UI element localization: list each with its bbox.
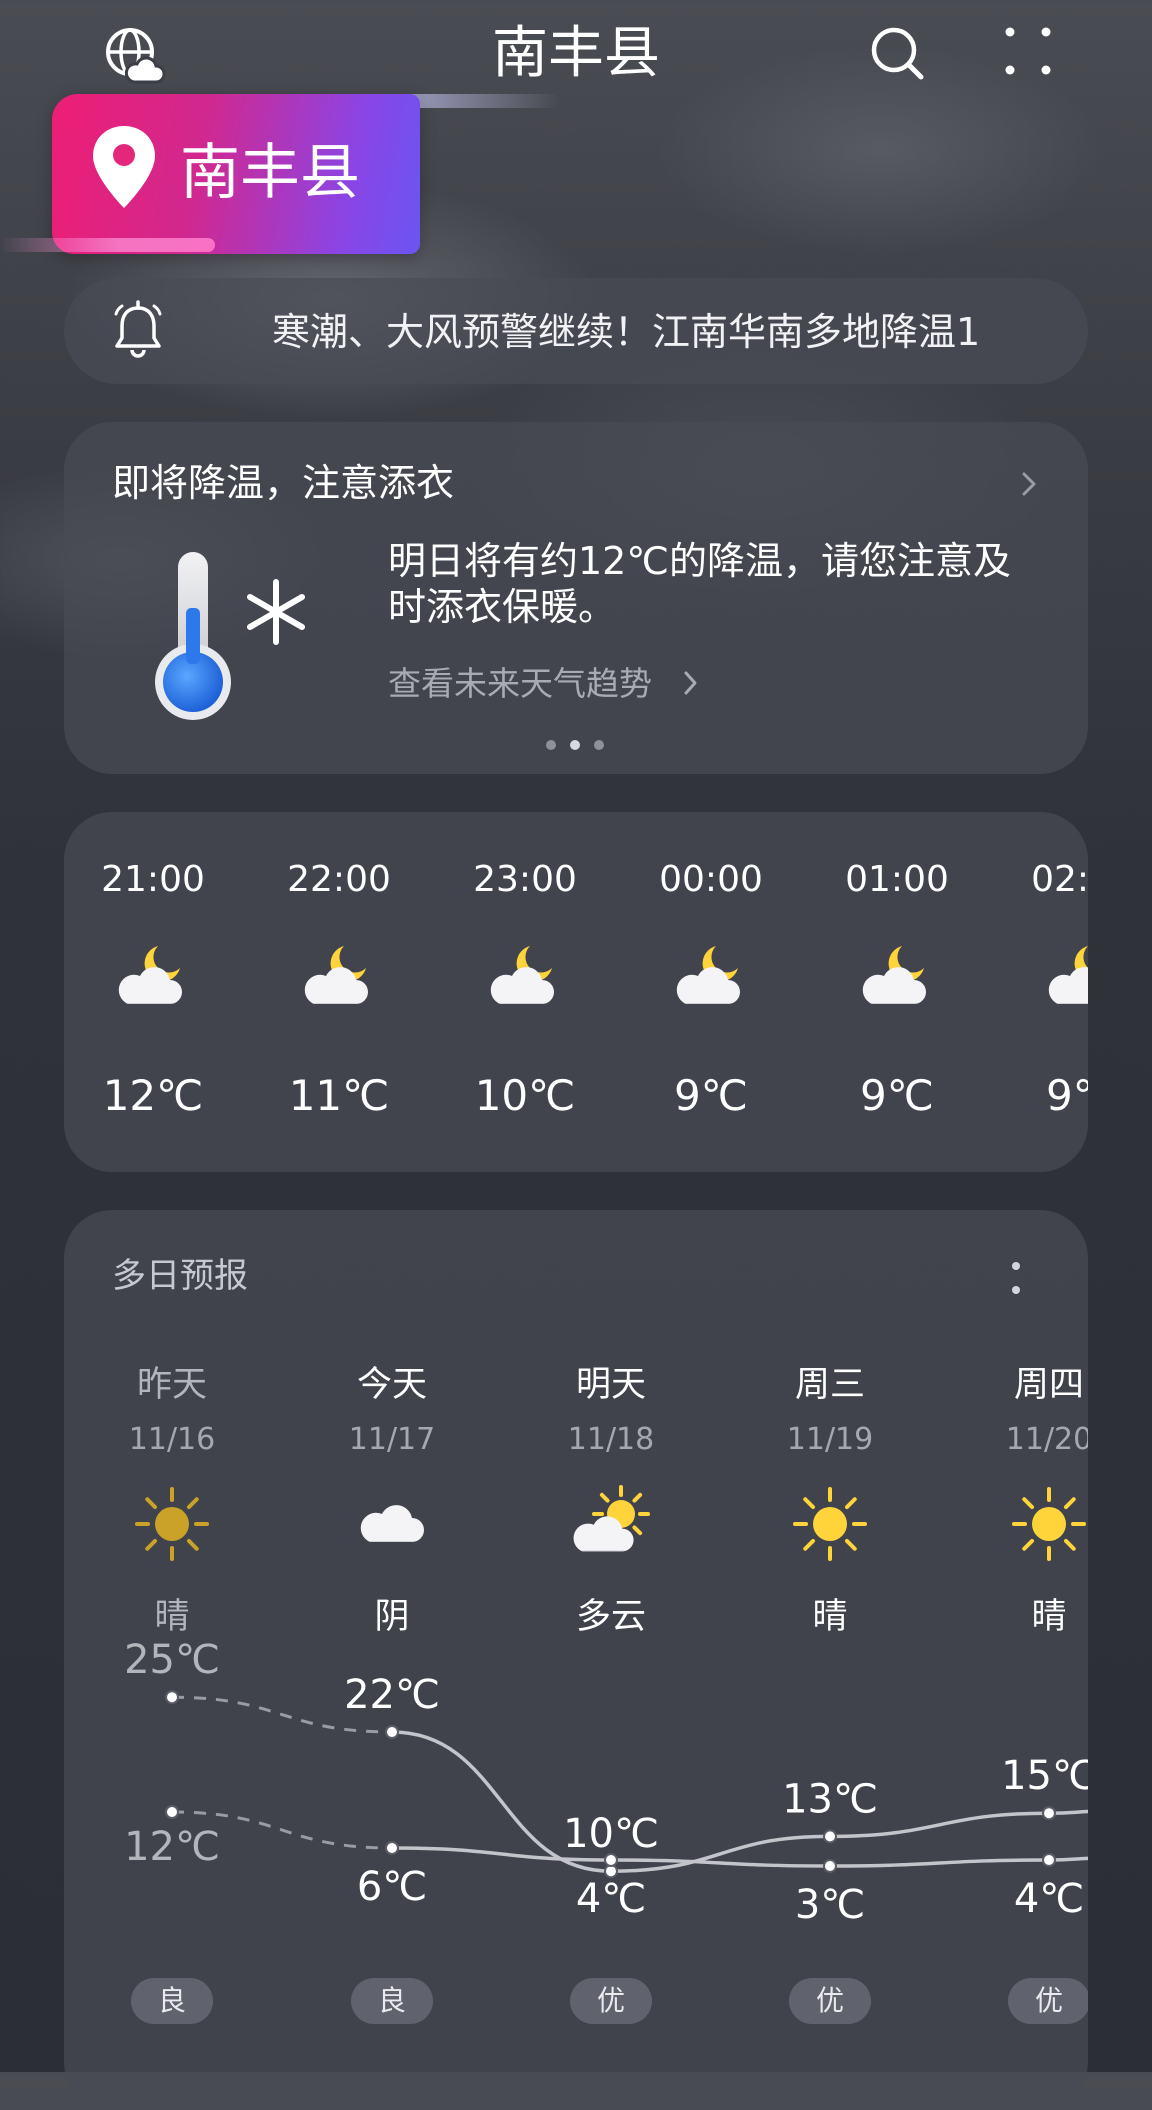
bell-icon <box>114 300 162 358</box>
moon-cloud-icon <box>1044 936 1088 1016</box>
low-temp-point <box>165 1805 179 1819</box>
alert-text[interactable]: 寒潮、大风预警继续！江南华南多地降温1 <box>272 304 1044 360</box>
pager-dot <box>546 740 556 750</box>
low-temp-label: 4℃ <box>576 1876 646 1922</box>
search-icon[interactable] <box>868 24 928 84</box>
low-temp-point <box>1042 1853 1056 1867</box>
hour-temp: 9℃ <box>674 1071 748 1120</box>
hourly-forecast-card[interactable]: 21:00 12℃ 22:00 11℃ 23:00 10℃ 00:00 9℃ 01:00 9℃ 02… <box>64 812 1088 1172</box>
hour-time: 01:00 <box>845 859 949 900</box>
moon-cloud-icon <box>114 936 194 1016</box>
low-temp-point <box>385 1841 399 1855</box>
high-temp-label: 10℃ <box>563 1811 659 1857</box>
pager-dot-active <box>570 740 580 750</box>
pager-dots <box>544 738 608 752</box>
hour-temp: 11℃ <box>288 1071 390 1120</box>
low-temp-label: 12℃ <box>124 1824 220 1870</box>
hour-temp: 9℃ <box>860 1071 934 1120</box>
more-dots-icon[interactable] <box>1000 24 1056 80</box>
moon-cloud-icon <box>486 936 566 1016</box>
notice-message: 明日将有约12℃的降温，请您注意及时添衣保暖。 <box>388 539 1012 629</box>
hour-time: 23:00 <box>473 859 577 900</box>
hour-time: 21:00 <box>101 859 205 900</box>
thermometer-icon <box>155 552 231 720</box>
high-temp-point <box>823 1829 837 1844</box>
badge-light-streak <box>0 238 215 252</box>
high-temp-label: 25℃ <box>124 1637 220 1683</box>
temperature-trend-chart: 25℃ 22℃ 10℃ 13℃ 15℃ 12℃ 6℃ 4℃ 3℃ 4℃ <box>124 1637 1088 1928</box>
moon-cloud-icon <box>672 936 752 1016</box>
high-temp-label: 13℃ <box>782 1776 878 1822</box>
moon-cloud-icon <box>300 936 380 1016</box>
high-temp-label: 15℃ <box>1001 1753 1088 1799</box>
location-name: 南丰县 <box>180 138 360 208</box>
hour-time: 22:00 <box>287 859 391 900</box>
hour-temp: 9℃ <box>1046 1071 1088 1120</box>
high-temp-point <box>165 1690 179 1705</box>
low-temp-point <box>823 1859 837 1873</box>
high-temp-label: 22℃ <box>344 1672 440 1718</box>
chevron-right-icon <box>684 671 697 695</box>
high-temp-point <box>385 1725 399 1739</box>
snowflake-icon <box>247 579 305 645</box>
hour-temp: 10℃ <box>474 1071 576 1120</box>
page-title: 南丰县 <box>492 21 660 86</box>
low-temp-line <box>391 1846 1088 1868</box>
hour-temp: 12℃ <box>102 1071 204 1120</box>
chevron-right-icon[interactable] <box>1016 466 1042 502</box>
low-temp-label: 6℃ <box>357 1864 427 1910</box>
location-pin-icon <box>93 126 155 208</box>
low-temp-point <box>604 1853 618 1867</box>
low-temp-label: 3℃ <box>795 1882 865 1928</box>
hour-time: 00:00 <box>659 859 763 900</box>
high-temp-line <box>391 1730 1088 1873</box>
hour-time: 02:00 <box>1031 859 1088 900</box>
weather-trend-link[interactable]: 查看未来天气趋势 <box>388 660 652 708</box>
moon-cloud-icon <box>858 936 938 1016</box>
notice-title: 即将降温，注意添衣 <box>112 461 455 505</box>
pager-dot <box>594 740 604 750</box>
low-temp-label: 4℃ <box>1014 1876 1084 1922</box>
high-temp-point <box>1042 1806 1056 1821</box>
